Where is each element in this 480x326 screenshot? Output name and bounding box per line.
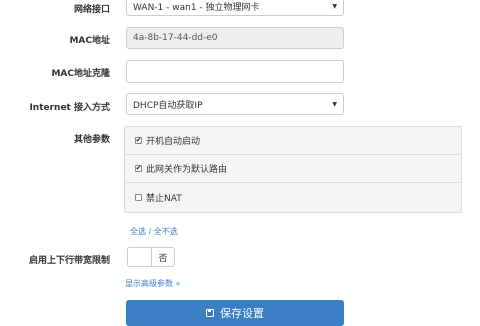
option-auto-start[interactable]: ✔ 开机自动启动 [125,127,461,155]
select-all-link[interactable]: 全选 / 全不选 [130,226,178,237]
caret-down-icon: ▼ [332,2,337,10]
mac-field-value: 4a-8b-17-44-dd-e0 [133,33,218,43]
floppy-disk-icon [206,309,214,317]
checkmark-icon: ✔ [135,136,142,144]
option-disable-nat-label: 禁止NAT [146,193,182,204]
internet-mode-select[interactable]: DHCP自动获取IP ▼ [126,93,344,115]
internet-mode-label: Internet 接入方式 [29,103,110,113]
bandwidth-limit-label: 启用上下行带宽限制 [28,256,110,266]
other-params-label: 其他参数 [73,135,110,145]
option-default-route-label: 此网关作为默认路由 [146,165,228,175]
interface-select-value: WAN-1 - wan1 - 独立物理网卡 [133,2,260,13]
mac-clone-input[interactable] [126,60,344,83]
internet-mode-select-value: DHCP自动获取IP [133,100,203,111]
other-params-group: ✔ 开机自动启动 ✔ 此网关作为默认路由 禁止NAT [124,126,462,213]
show-advanced-link[interactable]: 显示高级参数 » [125,278,180,289]
option-disable-nat[interactable]: 禁止NAT [125,183,461,211]
save-button-label: 保存设置 [220,307,264,320]
toggle-off-text: 否 [158,253,168,264]
option-default-route[interactable]: ✔ 此网关作为默认路由 [125,155,461,183]
interface-label: 网络接口 [73,5,110,15]
save-button[interactable]: 保存设置 [126,300,344,326]
mac-label: MAC地址 [69,36,110,46]
bandwidth-limit-toggle[interactable]: 否 [127,247,175,267]
toggle-knob [128,248,152,266]
checkmark-icon: ✔ [135,164,142,172]
checkbox-disable-nat[interactable] [135,193,142,201]
checkbox-default-route[interactable]: ✔ [135,165,142,172]
mac-clone-label: MAC地址克隆 [51,69,110,79]
mac-field: 4a-8b-17-44-dd-e0 [126,27,344,49]
caret-down-icon: ▼ [332,100,337,108]
interface-select[interactable]: WAN-1 - wan1 - 独立物理网卡 ▼ [126,0,344,16]
checkbox-auto-start[interactable]: ✔ [135,137,142,144]
option-auto-start-label: 开机自动启动 [146,137,201,147]
